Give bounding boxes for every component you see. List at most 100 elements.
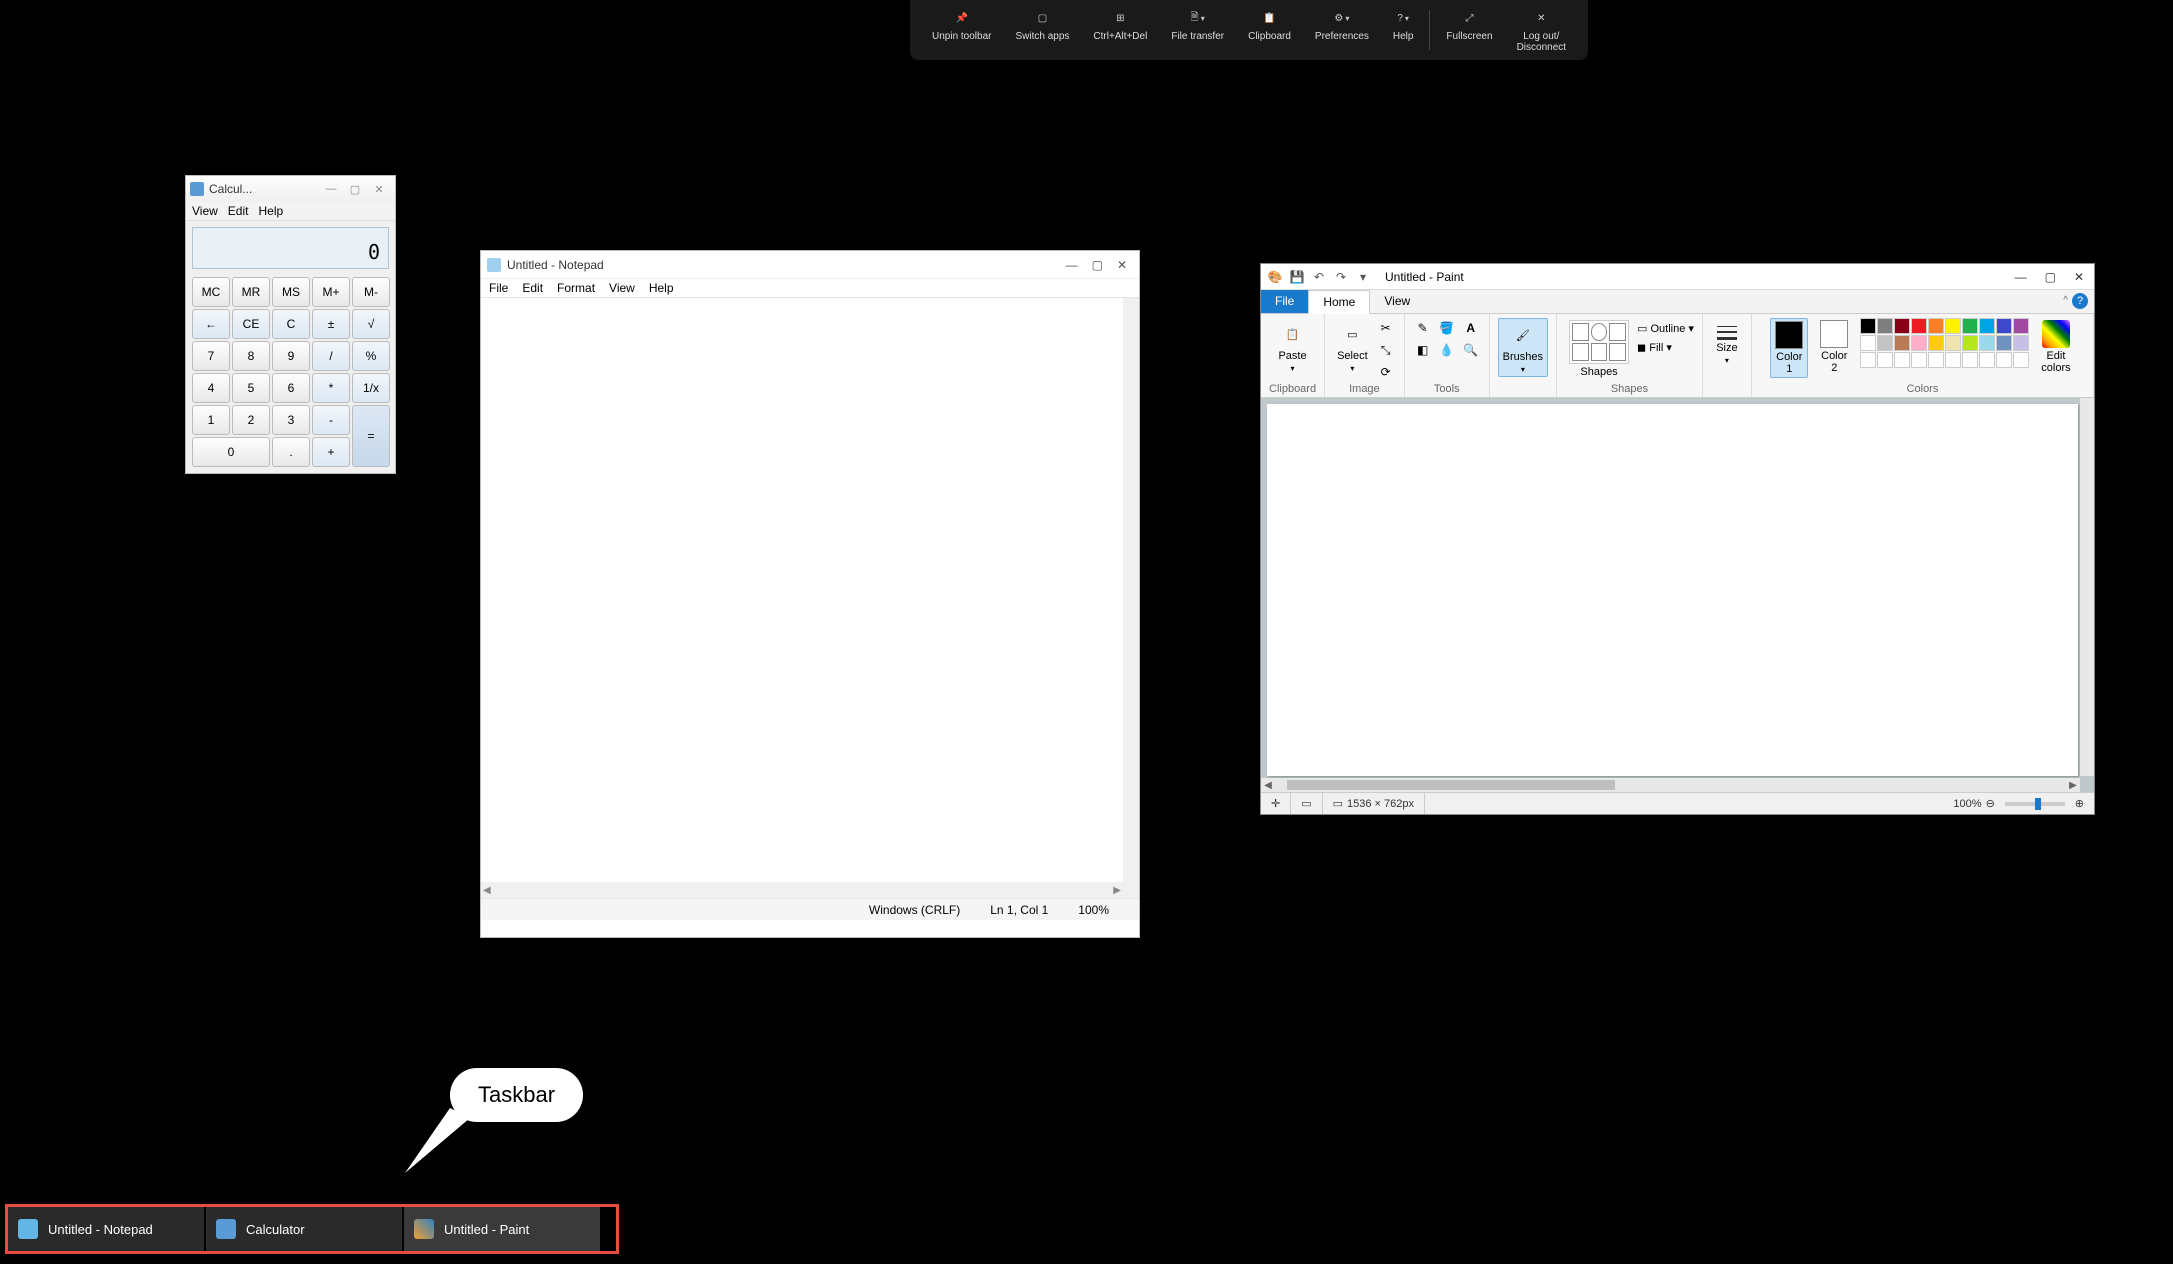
palette-swatch[interactable] bbox=[1996, 352, 2012, 368]
maximize-button[interactable]: ▢ bbox=[2045, 270, 2056, 284]
calc-ce[interactable]: CE bbox=[232, 309, 270, 339]
scroll-right-icon[interactable]: ▶ bbox=[2066, 780, 2080, 791]
taskbar-item-notepad[interactable]: Untitled - Notepad bbox=[8, 1207, 204, 1251]
fill-tool[interactable]: 🪣 bbox=[1437, 318, 1457, 338]
palette-swatch[interactable] bbox=[1928, 335, 1944, 351]
palette-swatch[interactable] bbox=[1911, 318, 1927, 334]
paste-button[interactable]: 📋 Paste ▾ bbox=[1274, 318, 1310, 375]
eraser-tool[interactable]: ◧ bbox=[1413, 340, 1433, 360]
calc-negate[interactable]: ± bbox=[312, 309, 350, 339]
horizontal-scrollbar[interactable]: ◀▶ bbox=[481, 882, 1123, 898]
palette-swatch[interactable] bbox=[1945, 335, 1961, 351]
vertical-scrollbar[interactable] bbox=[2080, 398, 2094, 776]
taskbar-item-calculator[interactable]: Calculator bbox=[206, 1207, 402, 1251]
edit-colors-button[interactable]: Edit colors bbox=[2037, 318, 2074, 376]
palette-swatch[interactable] bbox=[1911, 352, 1927, 368]
brushes-button[interactable]: 🖌 Brushes ▾ bbox=[1498, 318, 1548, 377]
fill-button[interactable]: ◼ Fill ▾ bbox=[1637, 341, 1694, 354]
minimize-ribbon-icon[interactable]: ^ bbox=[2063, 295, 2068, 306]
resize-button[interactable]: ⤡ bbox=[1376, 340, 1396, 360]
preferences-button[interactable]: ⚙▾ Preferences bbox=[1303, 4, 1381, 46]
color2-button[interactable]: Color 2 bbox=[1816, 318, 1852, 376]
palette-swatch[interactable] bbox=[1877, 335, 1893, 351]
ctrl-alt-del-button[interactable]: ⊞ Ctrl+Alt+Del bbox=[1081, 4, 1159, 46]
picker-tool[interactable]: 💧 bbox=[1437, 340, 1457, 360]
calc-0[interactable]: 0 bbox=[192, 437, 270, 467]
palette-swatch[interactable] bbox=[1945, 352, 1961, 368]
taskbar-item-paint[interactable]: Untitled - Paint bbox=[404, 1207, 600, 1251]
outline-button[interactable]: ▭ Outline ▾ bbox=[1637, 322, 1694, 335]
calc-backspace[interactable]: ← bbox=[192, 309, 230, 339]
size-button[interactable]: Size ▾ bbox=[1711, 318, 1743, 367]
zoom-slider[interactable] bbox=[2005, 802, 2065, 806]
clipboard-button[interactable]: 📋 Clipboard bbox=[1236, 4, 1303, 46]
calc-equals[interactable]: = bbox=[352, 405, 390, 467]
calc-6[interactable]: 6 bbox=[272, 373, 310, 403]
menu-view[interactable]: View bbox=[192, 204, 218, 218]
palette-swatch[interactable] bbox=[1860, 318, 1876, 334]
fullscreen-button[interactable]: ⤢ Fullscreen bbox=[1434, 4, 1504, 46]
palette-swatch[interactable] bbox=[1894, 352, 1910, 368]
zoom-in-button[interactable]: ⊕ bbox=[2075, 797, 2084, 810]
undo-icon[interactable]: ↶ bbox=[1311, 269, 1327, 285]
calc-8[interactable]: 8 bbox=[232, 341, 270, 371]
close-button[interactable]: ✕ bbox=[367, 183, 391, 196]
palette-swatch[interactable] bbox=[1979, 318, 1995, 334]
unpin-toolbar-button[interactable]: 📌 Unpin toolbar bbox=[920, 4, 1003, 46]
calc-minus[interactable]: - bbox=[312, 405, 350, 435]
text-tool[interactable]: A bbox=[1461, 318, 1481, 338]
magnifier-tool[interactable]: 🔍 bbox=[1461, 340, 1481, 360]
close-button[interactable]: ✕ bbox=[2074, 270, 2084, 284]
palette-swatch[interactable] bbox=[1928, 352, 1944, 368]
minimize-button[interactable]: — bbox=[319, 183, 343, 195]
paint-titlebar[interactable]: 🎨 💾 ↶ ↷ ▾ Untitled - Paint — ▢ ✕ bbox=[1261, 264, 2094, 290]
calc-4[interactable]: 4 bbox=[192, 373, 230, 403]
palette-swatch[interactable] bbox=[1996, 318, 2012, 334]
menu-view[interactable]: View bbox=[609, 281, 635, 295]
palette-swatch[interactable] bbox=[1945, 318, 1961, 334]
calc-9[interactable]: 9 bbox=[272, 341, 310, 371]
calc-2[interactable]: 2 bbox=[232, 405, 270, 435]
calc-5[interactable]: 5 bbox=[232, 373, 270, 403]
rotate-button[interactable]: ⟳ bbox=[1376, 362, 1396, 382]
calc-mr[interactable]: MR bbox=[232, 277, 270, 307]
calc-sqrt[interactable]: √ bbox=[352, 309, 390, 339]
tab-file[interactable]: File bbox=[1261, 290, 1308, 313]
qat-dropdown-icon[interactable]: ▾ bbox=[1355, 269, 1371, 285]
calc-mplus[interactable]: M+ bbox=[312, 277, 350, 307]
logout-button[interactable]: ✕ Log out/ Disconnect bbox=[1505, 4, 1578, 57]
calc-percent[interactable]: % bbox=[352, 341, 390, 371]
palette-swatch[interactable] bbox=[1894, 318, 1910, 334]
palette-swatch[interactable] bbox=[1860, 335, 1876, 351]
calc-3[interactable]: 3 bbox=[272, 405, 310, 435]
menu-format[interactable]: Format bbox=[557, 281, 595, 295]
paint-help-icon[interactable]: ? bbox=[2072, 293, 2088, 309]
color1-button[interactable]: Color 1 bbox=[1770, 318, 1808, 378]
calc-decimal[interactable]: . bbox=[272, 437, 310, 467]
help-button[interactable]: ?▾ Help bbox=[1381, 4, 1426, 46]
calc-mminus[interactable]: M- bbox=[352, 277, 390, 307]
calculator-titlebar[interactable]: Calcul... — ▢ ✕ bbox=[186, 176, 395, 202]
tab-home[interactable]: Home bbox=[1308, 290, 1370, 314]
pencil-tool[interactable]: ✎ bbox=[1413, 318, 1433, 338]
palette-swatch[interactable] bbox=[1979, 352, 1995, 368]
shapes-gallery[interactable]: Shapes bbox=[1565, 318, 1633, 380]
maximize-button[interactable]: ▢ bbox=[1092, 258, 1103, 272]
menu-help[interactable]: Help bbox=[649, 281, 674, 295]
select-button[interactable]: ▭ Select ▾ bbox=[1333, 318, 1372, 375]
tab-view[interactable]: View bbox=[1370, 290, 1424, 313]
calc-plus[interactable]: + bbox=[312, 437, 350, 467]
file-transfer-button[interactable]: 🗎▾ File transfer bbox=[1159, 4, 1236, 46]
palette-swatch[interactable] bbox=[1962, 335, 1978, 351]
scroll-left-icon[interactable]: ◀ bbox=[1261, 780, 1275, 791]
save-icon[interactable]: 💾 bbox=[1289, 269, 1305, 285]
paint-canvas[interactable] bbox=[1267, 404, 2078, 776]
menu-edit[interactable]: Edit bbox=[228, 204, 249, 218]
calc-c[interactable]: C bbox=[272, 309, 310, 339]
notepad-text-area[interactable]: ◀▶ bbox=[481, 298, 1139, 898]
crop-button[interactable]: ✂ bbox=[1376, 318, 1396, 338]
calc-multiply[interactable]: * bbox=[312, 373, 350, 403]
redo-icon[interactable]: ↷ bbox=[1333, 269, 1349, 285]
horizontal-scrollbar[interactable]: ◀ ▶ bbox=[1261, 778, 2080, 792]
palette-swatch[interactable] bbox=[1996, 335, 2012, 351]
